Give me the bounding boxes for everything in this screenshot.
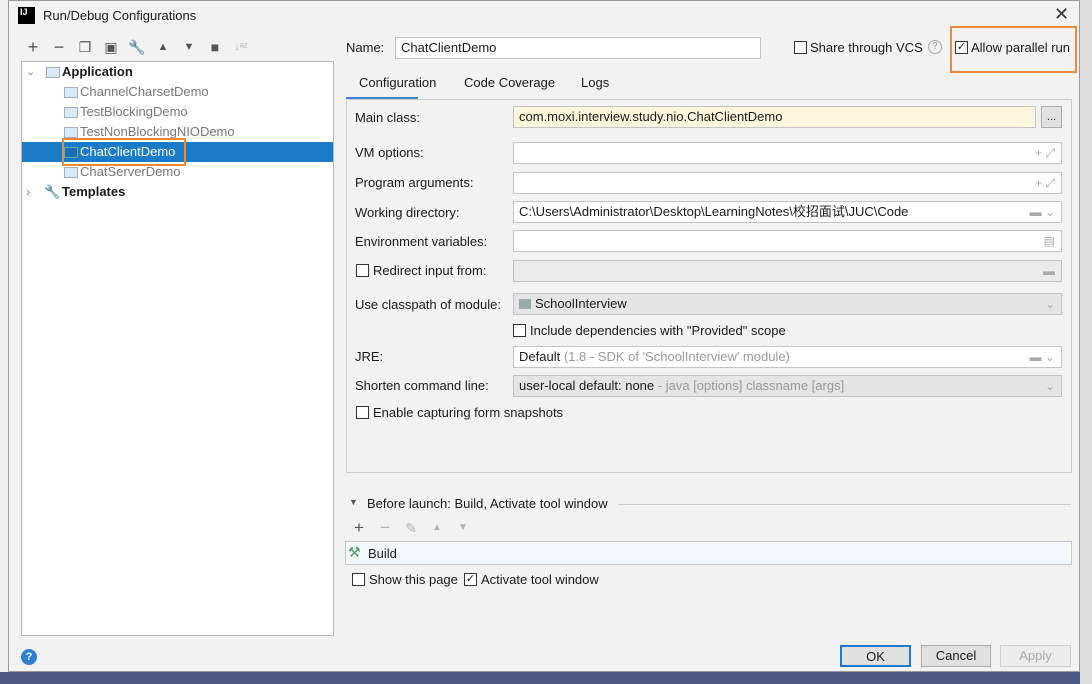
share-vcs-label: Share through VCS [810, 40, 923, 55]
tab-configuration[interactable]: Configuration [359, 75, 436, 90]
chevron-down-icon[interactable]: ⌄ [26, 62, 35, 82]
background-ide [0, 0, 8, 672]
expand-icon[interactable]: + ⤢ [1035, 143, 1055, 163]
jre-value: Default [519, 349, 561, 364]
vm-options-input[interactable]: + ⤢ [513, 142, 1062, 164]
copy-icon[interactable]: ❐ [76, 38, 94, 56]
arrow-down-icon[interactable]: ▼ [454, 519, 472, 537]
dialog-title: Run/Debug Configurations [43, 8, 197, 23]
highlight-box [950, 26, 1077, 73]
activate-tool-window-checkbox[interactable]: ✓ [464, 573, 477, 586]
include-deps-checkbox[interactable] [513, 324, 526, 337]
program-args-input[interactable]: + ⤢ [513, 172, 1062, 194]
tree-item[interactable]: ChannelCharsetDemo [22, 82, 333, 102]
tree-item[interactable]: TestBlockingDemo [22, 102, 333, 122]
working-dir-label: Working directory: [355, 205, 460, 220]
plus-icon[interactable]: + [350, 519, 368, 537]
show-page-checkbox[interactable] [352, 573, 365, 586]
close-icon[interactable]: ✕ [1054, 4, 1069, 25]
pencil-icon[interactable]: ✎ [402, 519, 420, 537]
chevron-down-icon: ⌄ [1044, 297, 1055, 311]
save-icon[interactable]: ▣ [102, 38, 120, 56]
module-dropdown[interactable]: SchoolInterview ⌄ [513, 293, 1062, 315]
program-args-label: Program arguments: [355, 175, 474, 190]
application-icon [64, 167, 78, 178]
application-icon [64, 127, 78, 138]
name-input[interactable]: ChatClientDemo [395, 37, 761, 59]
wrench-icon[interactable]: 🔧 [128, 38, 146, 56]
redirect-label: Redirect input from: [373, 263, 487, 278]
application-icon [46, 67, 60, 78]
minus-icon[interactable]: − [50, 38, 68, 56]
highlight-box [62, 138, 186, 166]
shorten-value: user-local default: none [519, 378, 655, 393]
working-dir-value: C:\Users\Administrator\Desktop\LearningN… [519, 204, 909, 219]
folder-dropdown-icon[interactable]: ▬ ⌄ [1030, 347, 1055, 367]
separator [618, 504, 1071, 505]
snapshots-checkbox[interactable] [356, 406, 369, 419]
help-icon[interactable]: ? [928, 40, 942, 54]
tree-node-templates[interactable]: › 🔧 Templates [22, 182, 333, 202]
folder-icon[interactable]: ▬ [1043, 261, 1055, 281]
vm-options-label: VM options: [355, 145, 424, 160]
folder-dropdown-icon[interactable]: ▬ ⌄ [1030, 202, 1055, 222]
name-label: Name: [346, 40, 385, 55]
module-icon [519, 299, 531, 309]
sort-az-icon[interactable]: ↓ᵃᶻ [232, 38, 250, 56]
share-vcs-checkbox[interactable] [794, 41, 807, 54]
tree-label: ChannelCharsetDemo [80, 84, 209, 99]
new-folder-icon[interactable]: ■ [206, 38, 224, 56]
help-icon[interactable]: ? [21, 649, 37, 665]
include-deps-label: Include dependencies with "Provided" sco… [530, 323, 786, 338]
jre-label: JRE: [355, 349, 384, 364]
jre-hint: (1.8 - SDK of 'SchoolInterview' module) [563, 349, 790, 364]
chevron-right-icon[interactable]: › [26, 182, 30, 202]
collapse-arrow-icon[interactable]: ▼ [349, 497, 358, 507]
minus-icon[interactable]: − [376, 519, 394, 537]
browse-button[interactable]: ... [1041, 106, 1062, 128]
shorten-hint: - java [options] classname [args] [657, 378, 845, 393]
arrow-down-icon[interactable]: ▼ [180, 38, 198, 56]
redirect-checkbox[interactable] [356, 264, 369, 277]
shorten-dropdown[interactable]: user-local default: none - java [options… [513, 375, 1062, 397]
env-vars-label: Environment variables: [355, 234, 488, 249]
main-class-input[interactable]: com.moxi.interview.study.nio.ChatClientD… [513, 106, 1036, 128]
activate-tool-window-label: Activate tool window [481, 572, 599, 587]
list-icon[interactable]: ▤ [1044, 231, 1055, 251]
plus-icon[interactable]: + [24, 38, 42, 56]
main-class-label: Main class: [355, 110, 421, 125]
intellij-icon: IJ [18, 7, 35, 24]
module-label: Use classpath of module: [355, 297, 501, 312]
shorten-label: Shorten command line: [355, 378, 489, 393]
ok-button[interactable]: OK [840, 645, 911, 667]
arrow-up-icon[interactable]: ▲ [428, 519, 446, 537]
background-ide-right [1080, 0, 1092, 684]
expand-icon[interactable]: + ⤢ [1035, 173, 1055, 193]
apply-button[interactable]: Apply [1000, 645, 1071, 667]
list-item[interactable]: Build [368, 546, 397, 561]
tree-node-application[interactable]: ⌄ Application [22, 62, 333, 82]
cancel-button[interactable]: Cancel [921, 645, 991, 667]
tab-logs[interactable]: Logs [581, 75, 609, 90]
application-icon [64, 107, 78, 118]
tree-label: Templates [62, 184, 126, 199]
redirect-input[interactable]: ▬ [513, 260, 1062, 282]
chevron-down-icon: ⌄ [1044, 379, 1055, 393]
wrench-icon: 🔧 [44, 184, 61, 199]
snapshots-label: Enable capturing form snapshots [373, 405, 564, 420]
working-dir-input[interactable]: C:\Users\Administrator\Desktop\LearningN… [513, 201, 1062, 223]
application-icon [64, 87, 78, 98]
show-page-label: Show this page [369, 572, 458, 587]
module-value: SchoolInterview [535, 296, 627, 311]
tree-label: Application [62, 64, 133, 79]
arrow-up-icon[interactable]: ▲ [154, 38, 172, 56]
env-vars-input[interactable]: ▤ [513, 230, 1062, 252]
tree-label: TestBlockingDemo [80, 104, 188, 119]
hammer-icon: ⚒ [348, 544, 361, 560]
jre-dropdown[interactable]: Default (1.8 - SDK of 'SchoolInterview' … [513, 346, 1062, 368]
tab-code-coverage[interactable]: Code Coverage [464, 75, 555, 90]
before-launch-list: ⚒ Build [345, 541, 1072, 565]
before-launch-title[interactable]: Before launch: Build, Activate tool wind… [367, 496, 608, 511]
